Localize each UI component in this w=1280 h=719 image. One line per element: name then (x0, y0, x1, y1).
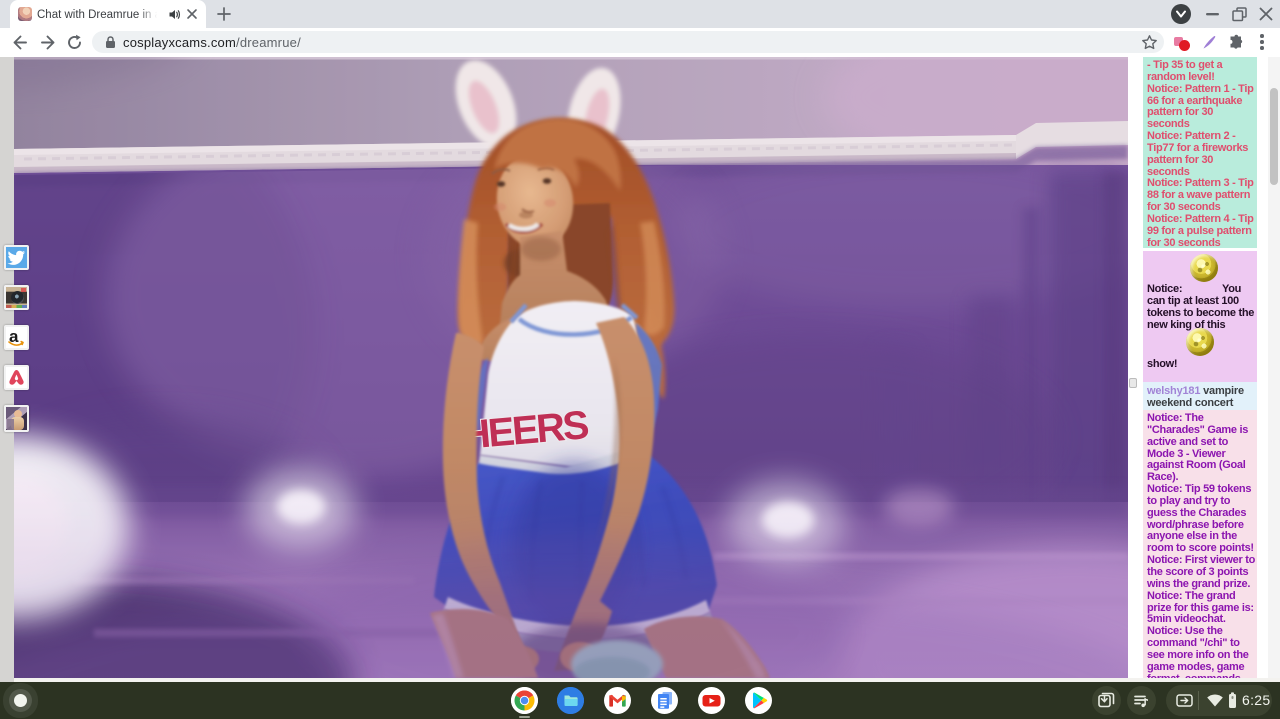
svg-text:6:25: 6:25 (1242, 692, 1270, 708)
